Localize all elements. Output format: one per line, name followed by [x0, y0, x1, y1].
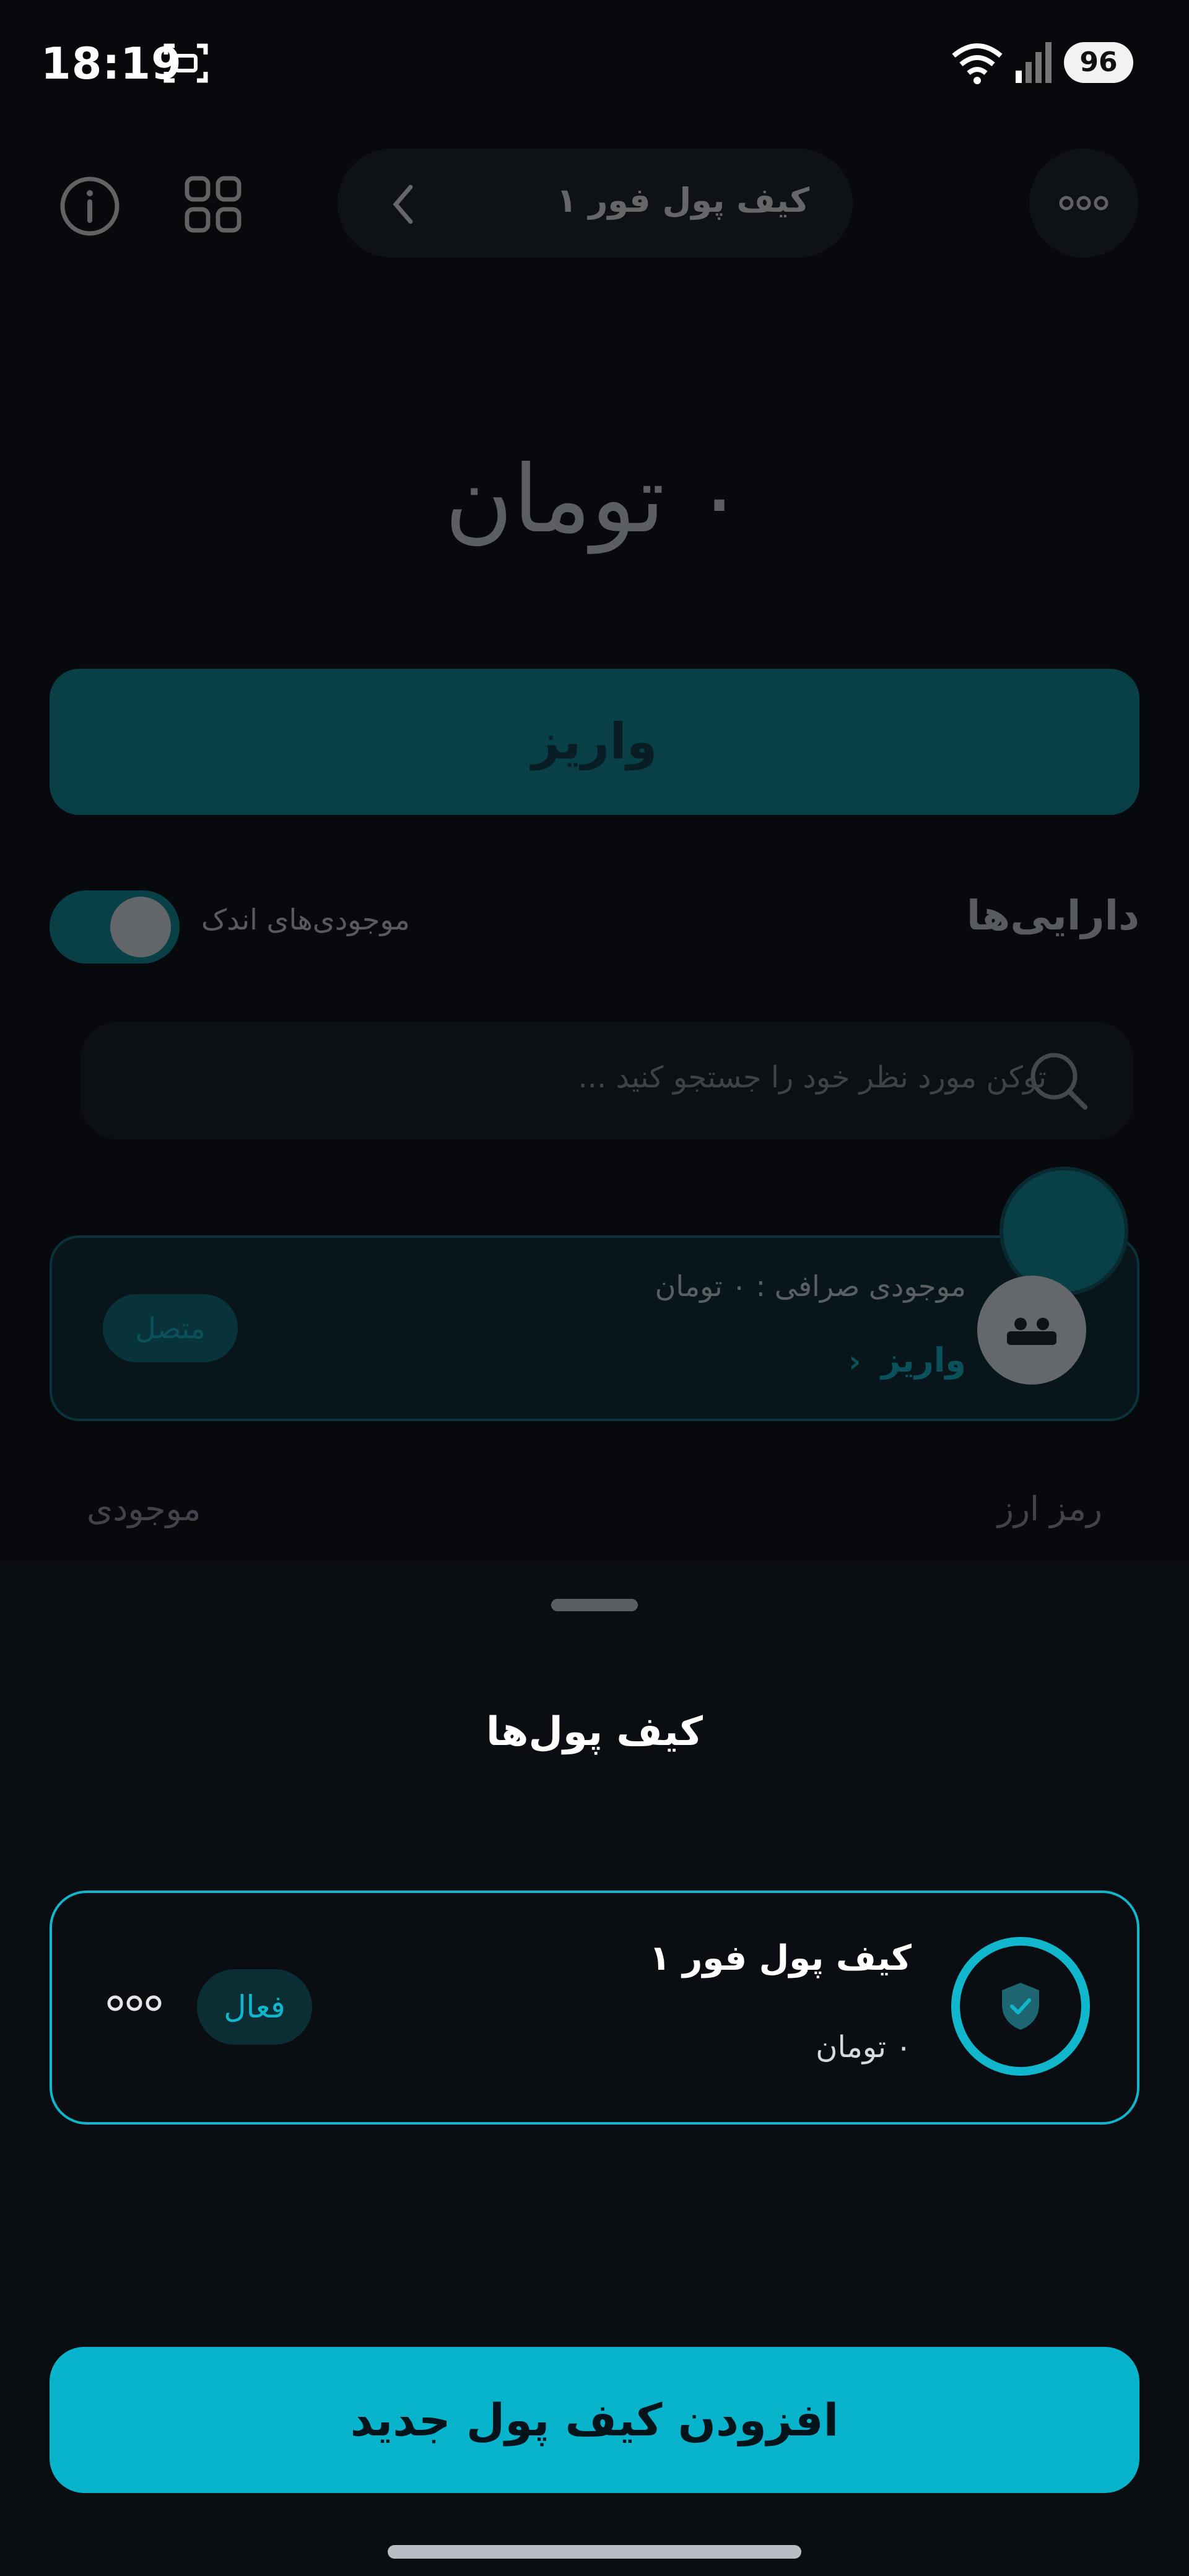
exchange-balance-text: موجودی صرافی : ۰ تومان	[655, 1269, 966, 1303]
status-time: 18:19	[41, 38, 182, 89]
wallet-selector[interactable]: کیف پول فور ۱	[338, 149, 853, 258]
signal-icon	[1016, 42, 1052, 83]
home-indicator[interactable]	[388, 2545, 801, 2559]
column-header-balance: موجودی	[87, 1489, 201, 1528]
exchange-logo	[977, 1276, 1086, 1385]
chevron-left-icon	[393, 185, 413, 224]
more-menu-button[interactable]	[1029, 149, 1138, 258]
wifi-icon	[952, 43, 1003, 84]
column-header-crypto: رمز ارز	[997, 1489, 1102, 1528]
screenshot-icon	[163, 43, 208, 83]
wallet-more-icon[interactable]	[107, 1991, 162, 2016]
search-placeholder: توکن مورد نظر خود را جستجو کنید ...	[578, 1060, 1047, 1095]
wallet-status-badge: فعال	[197, 1969, 312, 2045]
battery-indicator: 96	[1064, 42, 1133, 83]
toggle-knob	[110, 897, 171, 957]
floating-action-button[interactable]	[1003, 1170, 1125, 1292]
wallet-balance: ۰ تومان	[816, 2030, 912, 2065]
small-balances-label: موجودی‌های اندک	[201, 903, 410, 936]
status-bar: 18:19 96	[0, 0, 1189, 124]
wallet-avatar	[951, 1937, 1090, 2076]
connected-badge: متصل	[103, 1294, 238, 1362]
more-icon	[1059, 196, 1108, 211]
exchange-logo-icon	[1007, 1318, 1056, 1345]
info-icon[interactable]	[59, 176, 120, 237]
apps-grid-icon[interactable]	[185, 176, 242, 233]
add-new-wallet-button[interactable]: افزودن کیف پول جدید	[50, 2347, 1139, 2493]
shield-check-icon	[1002, 1983, 1039, 2030]
wallet-name: کیف پول فور ۱	[649, 1938, 912, 1978]
deposit-button[interactable]: واریز	[50, 669, 1139, 815]
sheet-drag-handle[interactable]	[551, 1599, 638, 1611]
small-balances-toggle[interactable]	[50, 890, 180, 964]
exchange-deposit-link[interactable]: واریز ‹	[848, 1341, 966, 1380]
exchange-deposit-label: واریز	[881, 1341, 966, 1380]
chevron-left-icon: ‹	[848, 1344, 861, 1379]
assets-title: دارایی‌ها	[966, 892, 1139, 939]
total-balance: ۰ تومان	[445, 446, 744, 554]
sheet-title: کیف پول‌ها	[486, 1709, 703, 1755]
